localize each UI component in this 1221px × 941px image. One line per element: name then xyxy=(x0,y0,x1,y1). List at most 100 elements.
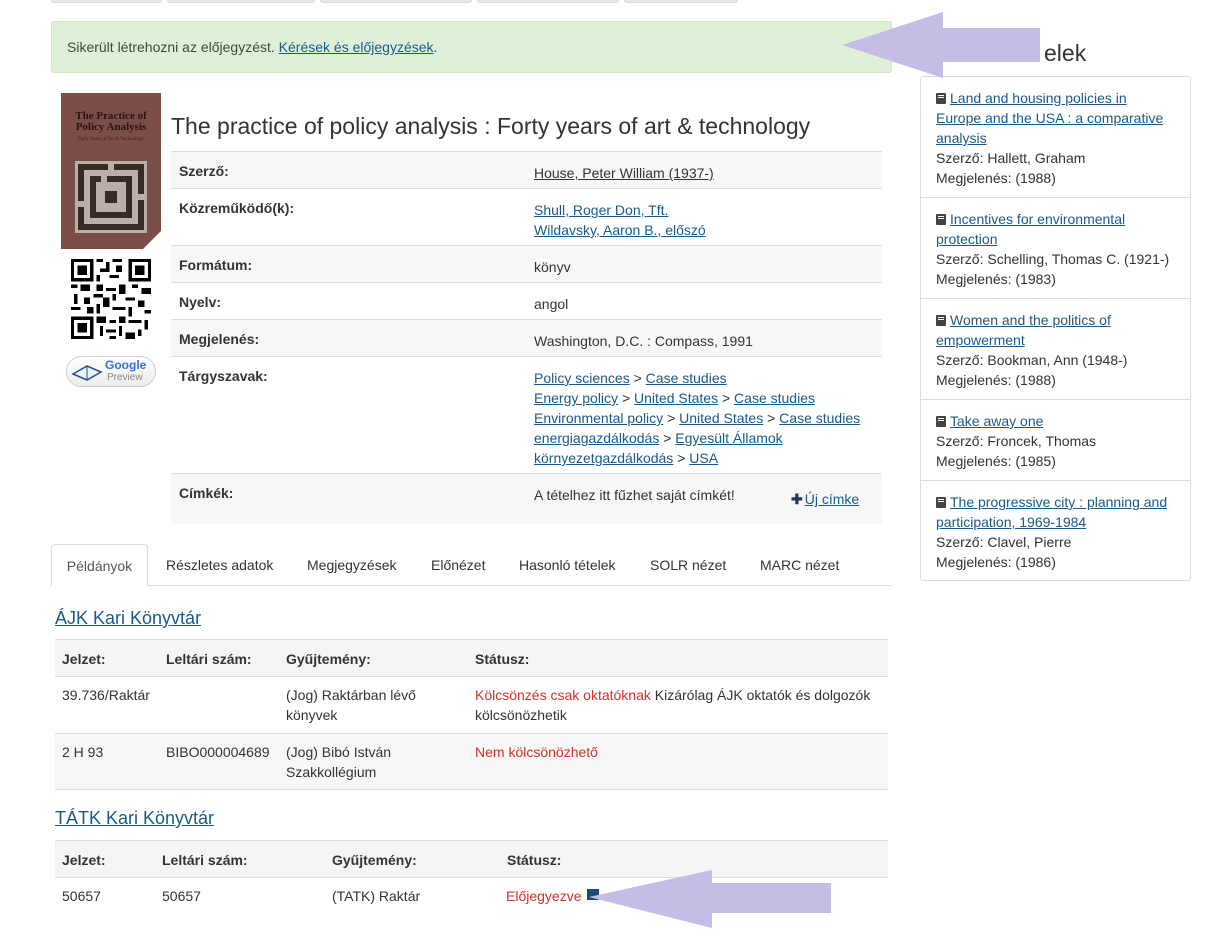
author-value: Bookman, Ann (1948-) xyxy=(987,352,1128,368)
col-call-number: Jelzet: xyxy=(62,852,106,868)
call-number: 50657 xyxy=(62,888,101,904)
date-label: Megjelenés: xyxy=(936,271,1012,287)
detail-label: Közreműködő(k): xyxy=(179,200,295,216)
plus-icon: ✚ xyxy=(791,491,803,507)
subject-separator: > xyxy=(767,410,776,426)
top-nav-stub[interactable] xyxy=(167,0,315,3)
cover-subtitle: Forty Years of Art & Technology xyxy=(78,137,144,142)
detail-label: Megjelenés: xyxy=(179,331,260,347)
subject-separator: > xyxy=(621,390,631,406)
top-nav-stub[interactable] xyxy=(51,0,162,3)
subject-separator: > xyxy=(663,430,672,446)
detail-label: Formátum: xyxy=(179,257,253,273)
tab-preview[interactable]: Előnézet xyxy=(431,544,485,586)
top-nav-stub[interactable] xyxy=(477,0,619,3)
subject-link[interactable]: környezetgazdálkodás xyxy=(534,450,673,466)
similar-item-link[interactable]: Take away one xyxy=(950,413,1043,429)
subject-link[interactable]: United States xyxy=(634,390,718,406)
tab-solr[interactable]: SOLR nézet xyxy=(650,544,726,586)
page-curl xyxy=(143,231,161,249)
tab-similar[interactable]: Hasonló tételek xyxy=(519,544,616,586)
author-value: Hallett, Graham xyxy=(987,150,1086,166)
tab-details[interactable]: Részletes adatok xyxy=(166,544,273,586)
library-title[interactable]: ÁJK Kari Könyvtár xyxy=(55,608,201,629)
date-value: (1983) xyxy=(1015,271,1056,287)
language-value: angol xyxy=(534,296,569,312)
inventory-number: BIBO000004689 xyxy=(166,744,270,760)
call-number: 39.736/Raktár xyxy=(62,687,150,703)
list-item: The progressive city : planning and part… xyxy=(921,481,1190,581)
list-item: Land and housing policies in Europe and … xyxy=(921,77,1190,198)
top-nav-stub[interactable] xyxy=(320,0,472,3)
tab-copies[interactable]: Példányok xyxy=(51,544,148,587)
cover-maze-graphic xyxy=(75,161,147,233)
similar-item-link[interactable]: Women and the politics of empowerment xyxy=(936,312,1111,348)
subject-link[interactable]: energiagazdálkodás xyxy=(534,430,659,446)
book-icon xyxy=(936,497,946,508)
col-call-number: Jelzet: xyxy=(62,651,106,667)
subject-link[interactable]: Environmental policy xyxy=(534,410,663,426)
detail-row-contributors: Közreműködő(k): Shull, Roger Don, Tft. W… xyxy=(171,188,882,245)
author-link[interactable]: House, Peter William (1937-) xyxy=(534,163,714,183)
subject-link[interactable]: Policy sciences xyxy=(534,370,630,386)
status-label: Előjegyezve xyxy=(506,888,582,904)
tab-marc[interactable]: MARC nézet xyxy=(760,544,839,586)
book-icon xyxy=(936,93,946,104)
subject-link[interactable]: Case studies xyxy=(779,410,860,426)
author-label: Szerző: xyxy=(936,251,984,267)
tab-notes[interactable]: Megjegyzések xyxy=(307,544,397,586)
subject-separator: > xyxy=(677,450,686,466)
similar-item-link[interactable]: Incentives for environmental protection xyxy=(936,211,1125,247)
detail-label: Szerző: xyxy=(179,163,229,179)
requests-link[interactable]: Kérések és előjegyzések xyxy=(279,39,434,55)
similar-item-link[interactable]: Land and housing policies in Europe and … xyxy=(936,90,1163,146)
subject-link[interactable]: Energy policy xyxy=(534,390,618,406)
author-label: Szerző: xyxy=(936,433,984,449)
contributor-link[interactable]: Wildavsky, Aaron B., előszó xyxy=(534,222,706,238)
col-collection: Gyűjtemény: xyxy=(286,651,371,667)
subject-line: Energy policy > United States > Case stu… xyxy=(534,388,860,408)
status-label: Kölcsönzés csak oktatóknak xyxy=(475,687,651,703)
arrow-annotation-top xyxy=(842,12,1040,78)
date-label: Megjelenés: xyxy=(936,170,1012,186)
library-title[interactable]: TÁTK Kari Könyvtár xyxy=(55,808,214,829)
subject-link[interactable]: United States xyxy=(679,410,763,426)
subject-link[interactable]: USA xyxy=(689,450,718,466)
google-preview-button[interactable]: Google Preview xyxy=(66,356,156,387)
contributors-list: Shull, Roger Don, Tft. Wildavsky, Aaron … xyxy=(534,200,706,240)
detail-row-language: Nyelv: angol xyxy=(171,282,882,319)
similar-item-link[interactable]: The progressive city : planning and part… xyxy=(936,494,1167,530)
author-label: Szerző: xyxy=(936,352,984,368)
contributor-link[interactable]: Shull, Roger Don, Tft. xyxy=(534,202,668,218)
detail-label: Címkék: xyxy=(179,485,234,501)
list-item: Women and the politics of empowerment Sz… xyxy=(921,299,1190,400)
subject-line: energiagazdálkodás > Egyesült Államok xyxy=(534,428,860,448)
book-icon xyxy=(936,214,946,225)
date-value: (1988) xyxy=(1015,170,1056,186)
inventory-number: 50657 xyxy=(162,888,201,904)
book-icon xyxy=(936,315,946,326)
similar-items-panel: Land and housing policies in Europe and … xyxy=(920,76,1191,581)
holdings-header: Jelzet: Leltári szám: Gyűjtemény: Státus… xyxy=(55,639,888,677)
subjects-list: Policy sciences > Case studies Energy po… xyxy=(534,368,860,468)
subject-separator: > xyxy=(633,370,642,386)
book-icon xyxy=(71,365,103,381)
date-value: (1988) xyxy=(1015,372,1056,388)
detail-row-tags: Címkék: A tételhez itt fűzhet saját címk… xyxy=(171,473,882,524)
subject-link[interactable]: Case studies xyxy=(646,370,727,386)
subject-line: környezetgazdálkodás > USA xyxy=(534,448,860,468)
subject-link[interactable]: Egyesült Államok xyxy=(675,430,782,446)
tags-hint: A tételhez itt fűzhet saját címkét! xyxy=(534,487,735,503)
subject-link[interactable]: Case studies xyxy=(734,390,815,406)
top-nav-stub[interactable] xyxy=(624,0,738,3)
new-tag-button[interactable]: ✚ Új címke xyxy=(791,491,859,508)
collection: (Jog) Bibó István Szakkollégium xyxy=(286,744,392,780)
col-status: Státusz: xyxy=(507,852,562,868)
detail-row-published: Megjelenés: Washington, D.C. : Compass, … xyxy=(171,319,882,356)
author-value: Froncek, Thomas xyxy=(987,433,1097,449)
detail-row-subjects: Tárgyszavak: Policy sciences > Case stud… xyxy=(171,356,882,473)
col-collection: Gyűjtemény: xyxy=(332,852,417,868)
col-inventory: Leltári szám: xyxy=(162,852,248,868)
sidebar-heading: elek xyxy=(1044,40,1087,66)
col-status: Státusz: xyxy=(475,651,530,667)
